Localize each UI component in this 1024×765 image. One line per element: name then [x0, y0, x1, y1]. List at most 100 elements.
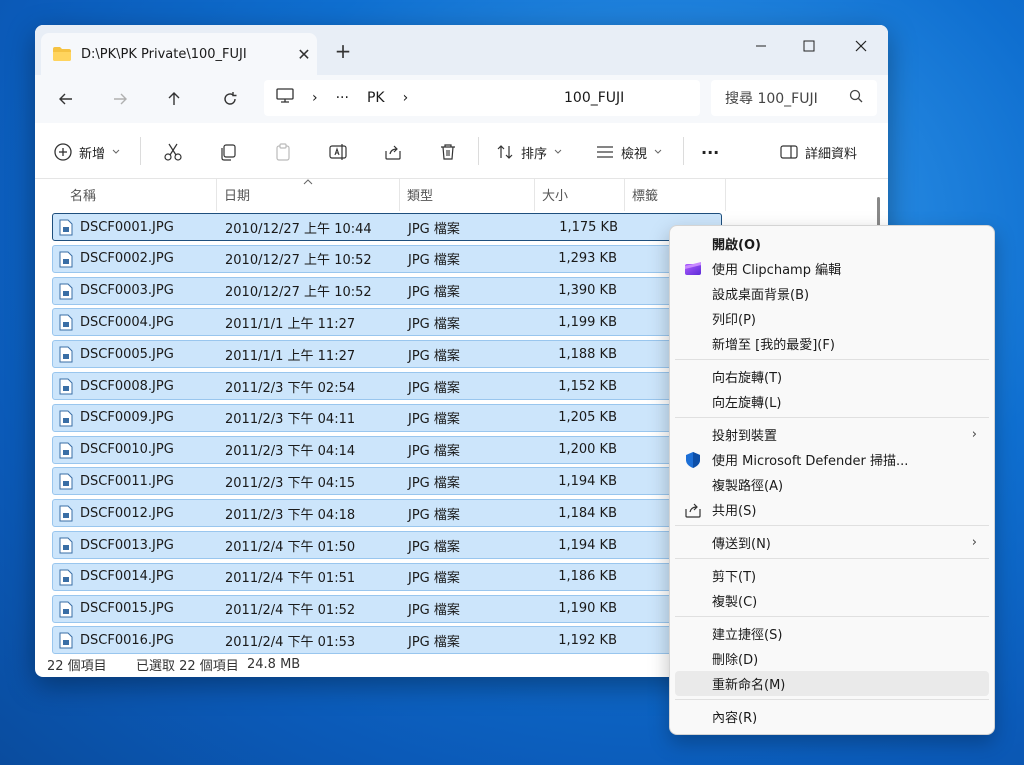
- details-label: 詳細資料: [805, 146, 858, 162]
- file-type: JPG 檔案: [408, 603, 460, 619]
- menu-item-open[interactable]: 開啟(O): [675, 231, 989, 256]
- menu-item-delete[interactable]: 刪除(D): [675, 646, 989, 671]
- file-row[interactable]: DSCF0005.JPG 2011/1/1 上午 11:27 JPG 檔案 1,188…: [52, 340, 721, 369]
- column-divider[interactable]: [725, 179, 726, 211]
- tab-title: D:\PK\PK Private\100_FUJI: [81, 46, 247, 62]
- menu-item-copy[interactable]: 複製(C): [675, 588, 989, 613]
- menu-item-cast[interactable]: 投射到裝置 ›: [675, 422, 989, 447]
- sort-icon: [497, 145, 513, 159]
- delete-button[interactable]: [438, 139, 464, 165]
- file-type: JPG 檔案: [408, 507, 460, 523]
- new-label: 新增: [79, 146, 106, 162]
- file-name: DSCF0015.JPG: [80, 601, 174, 617]
- column-divider[interactable]: [399, 179, 400, 211]
- file-row[interactable]: DSCF0013.JPG 2011/2/4 下午 01:50 JPG 檔案 1,194…: [52, 531, 721, 559]
- menu-separator: [675, 359, 989, 360]
- menu-item-send-to[interactable]: 傳送到(N) ›: [675, 530, 989, 555]
- file-row[interactable]: DSCF0010.JPG 2011/2/3 下午 04:14 JPG 檔案 1,200…: [52, 435, 721, 464]
- tab-close-icon[interactable]: ✕: [291, 45, 317, 64]
- file-row[interactable]: DSCF0014.JPG 2011/2/4 下午 01:51 JPG 檔案 1,186…: [52, 562, 721, 591]
- details-pane-button[interactable]: 詳細資料: [779, 139, 857, 165]
- copy-button[interactable]: [218, 139, 244, 165]
- up-button[interactable]: [159, 85, 189, 113]
- menu-item-copy-path[interactable]: 複製路徑(A): [675, 472, 989, 497]
- file-date: 2011/2/4 下午 01:52: [225, 603, 356, 619]
- file-size: 1,152 KB: [558, 378, 617, 394]
- column-header-tags[interactable]: 標籤: [632, 185, 658, 204]
- new-tab-button[interactable]: +: [331, 39, 355, 63]
- menu-item-defender-scan[interactable]: 使用 Microsoft Defender 掃描...: [675, 447, 989, 472]
- menu-item-add-favorites[interactable]: 新增至 [我的最愛](F): [675, 331, 989, 356]
- file-size: 1,390 KB: [558, 283, 617, 299]
- address-bar[interactable]: › ··· PK › 100_FUJI: [264, 80, 700, 116]
- file-date: 2011/2/4 下午 01:51: [225, 571, 356, 587]
- file-type: JPG 檔案: [408, 412, 460, 428]
- file-row[interactable]: DSCF0012.JPG 2011/2/3 下午 04:18 JPG 檔案 1,184…: [52, 499, 721, 528]
- rename-button[interactable]: [328, 139, 354, 165]
- file-date: 2011/2/4 下午 01:53: [225, 634, 356, 650]
- close-button[interactable]: [838, 31, 884, 61]
- maximize-button[interactable]: [786, 31, 832, 61]
- file-name: DSCF0005.JPG: [80, 346, 174, 362]
- menu-item-share[interactable]: 共用(S): [675, 497, 989, 522]
- computer-icon: [276, 88, 294, 108]
- breadcrumb-more[interactable]: ···: [336, 90, 349, 106]
- file-date: 2011/1/1 上午 11:27: [225, 316, 356, 332]
- column-divider[interactable]: [624, 179, 625, 211]
- paste-button[interactable]: [273, 139, 299, 165]
- file-row[interactable]: DSCF0003.JPG 2010/12/27 上午 10:52 JPG 檔案 1,3…: [52, 276, 721, 305]
- forward-button[interactable]: [105, 85, 135, 113]
- tab-current-folder[interactable]: D:\PK\PK Private\100_FUJI ✕: [41, 33, 317, 75]
- menu-item-print[interactable]: 列印(P): [675, 306, 989, 331]
- view-button[interactable]: 檢視: [595, 139, 669, 165]
- breadcrumb-current[interactable]: 100_FUJI: [564, 90, 624, 106]
- menu-item-set-wallpaper[interactable]: 設成桌面背景(B): [675, 281, 989, 306]
- menu-item-rename[interactable]: 重新命名(M): [675, 671, 989, 696]
- file-row[interactable]: DSCF0015.JPG 2011/2/4 下午 01:52 JPG 檔案 1,190…: [52, 594, 721, 623]
- menu-item-clipchamp[interactable]: 使用 Clipchamp 編輯: [675, 256, 989, 281]
- more-options-button[interactable]: ···: [701, 139, 719, 165]
- menu-item-properties[interactable]: 內容(R): [675, 704, 989, 729]
- file-name: DSCF0008.JPG: [80, 378, 174, 394]
- menu-item-create-shortcut[interactable]: 建立捷徑(S): [675, 621, 989, 646]
- file-row[interactable]: DSCF0008.JPG 2011/2/3 下午 02:54 JPG 檔案 1,152…: [52, 372, 721, 400]
- chevron-down-icon: [112, 149, 120, 154]
- toolbar-divider: [478, 137, 479, 165]
- file-row[interactable]: DSCF0009.JPG 2011/2/3 下午 04:11 JPG 檔案 1,205…: [52, 403, 721, 432]
- file-row[interactable]: DSCF0001.JPG 2010/12/27 上午 10:44 JPG 檔案 1,1…: [52, 213, 722, 241]
- trash-icon: [441, 144, 455, 160]
- breadcrumb-pk[interactable]: PK: [367, 90, 385, 106]
- file-name: DSCF0014.JPG: [80, 569, 174, 585]
- chevron-right-icon: ›: [971, 535, 977, 550]
- image-file-icon: [59, 601, 73, 618]
- cut-button[interactable]: [163, 139, 189, 165]
- search-input[interactable]: 搜尋 100_FUJI: [711, 80, 877, 116]
- minimize-button[interactable]: [738, 31, 784, 61]
- menu-item-rotate-right[interactable]: 向右旋轉(T): [675, 364, 989, 389]
- share-button[interactable]: [383, 139, 409, 165]
- menu-item-rotate-left[interactable]: 向左旋轉(L): [675, 389, 989, 414]
- column-header-type[interactable]: 類型: [407, 185, 433, 204]
- column-divider[interactable]: [534, 179, 535, 211]
- column-header-size[interactable]: 大小: [542, 185, 568, 204]
- sort-button[interactable]: 排序: [495, 139, 569, 165]
- column-header-name[interactable]: 名稱: [70, 185, 96, 204]
- column-header-date[interactable]: 日期: [224, 185, 250, 204]
- file-row[interactable]: DSCF0004.JPG 2011/1/1 上午 11:27 JPG 檔案 1,199…: [52, 308, 721, 337]
- vertical-scrollbar[interactable]: [877, 197, 880, 227]
- file-date: 2011/2/4 下午 01:50: [225, 539, 356, 555]
- menu-item-cut[interactable]: 剪下(T): [675, 563, 989, 588]
- add-icon: [54, 143, 72, 161]
- column-divider[interactable]: [216, 179, 217, 211]
- selected-size: 24.8 MB: [247, 656, 301, 672]
- file-name: DSCF0012.JPG: [80, 505, 174, 521]
- file-row[interactable]: DSCF0011.JPG 2011/2/3 下午 04:15 JPG 檔案 1,194…: [52, 467, 721, 496]
- refresh-button[interactable]: [215, 85, 245, 113]
- defender-shield-icon: [684, 451, 702, 469]
- new-button[interactable]: 新增: [53, 139, 127, 165]
- breadcrumb-sep-2: ›: [402, 90, 409, 106]
- file-size: 1,192 KB: [558, 632, 617, 648]
- back-button[interactable]: [51, 85, 81, 113]
- file-type: JPG 檔案: [408, 221, 460, 237]
- file-row[interactable]: DSCF0002.JPG 2010/12/27 上午 10:52 JPG 檔案 1,2…: [52, 244, 721, 273]
